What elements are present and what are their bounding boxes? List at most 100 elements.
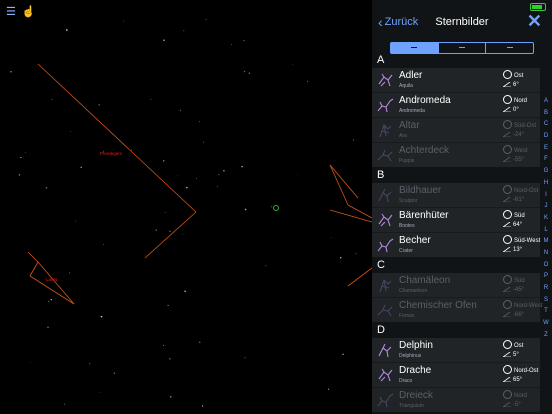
sky-view[interactable]: Pferdegem Lacet ☰ ☝ bbox=[0, 0, 372, 414]
angle-icon bbox=[503, 352, 511, 357]
star bbox=[75, 220, 77, 222]
list-item[interactable]: Chamäleon Chamaeleon Süd -45° bbox=[372, 273, 540, 298]
star bbox=[179, 109, 181, 111]
constellation-glyph-icon bbox=[378, 343, 392, 358]
direction-value: Nord-West bbox=[503, 300, 543, 309]
constellation-latin-name: Bootes bbox=[399, 223, 415, 229]
direction-label: Süd-Ost bbox=[514, 123, 537, 129]
constellation-latin-name: Delphinus bbox=[399, 353, 422, 359]
altitude-label: -24° bbox=[513, 132, 525, 138]
direction-value: Ost bbox=[503, 70, 523, 79]
list-item[interactable]: Achterdeck Puppis West -55° bbox=[372, 143, 540, 167]
close-icon[interactable]: ✕ bbox=[527, 11, 542, 32]
star bbox=[123, 20, 125, 22]
menu-icon[interactable]: ☰ bbox=[6, 6, 16, 18]
nav-bar: ‹ Zurück Sternbilder ✕ bbox=[372, 0, 552, 42]
constellation-glyph-icon bbox=[377, 238, 394, 253]
constellation-name: Chemischer Ofen bbox=[399, 300, 477, 311]
list-item[interactable]: Becher Crater Süd-West 13° bbox=[372, 233, 540, 257]
star bbox=[223, 169, 225, 172]
section-body: Bildhauer Sculptor Nord-Ost -61° Bärenhüter B… bbox=[372, 183, 540, 257]
constellation-name: Andromeda bbox=[399, 95, 451, 106]
index-letter[interactable]: B bbox=[540, 108, 552, 120]
star bbox=[182, 233, 183, 235]
index-letter[interactable]: S bbox=[540, 295, 552, 307]
constellation-glyph-icon bbox=[378, 73, 393, 87]
constellation-glyph-icon bbox=[377, 98, 394, 113]
index-letter[interactable]: K bbox=[540, 213, 552, 225]
index-letter[interactable]: Z bbox=[540, 330, 552, 342]
section-body: Chamäleon Chamaeleon Süd -45° Chemischer Ofe… bbox=[372, 273, 543, 322]
star bbox=[100, 315, 103, 318]
angle-icon bbox=[503, 132, 511, 137]
constellation-name: Bärenhüter bbox=[399, 210, 449, 221]
compass-icon bbox=[503, 145, 512, 154]
star bbox=[327, 388, 329, 390]
star bbox=[183, 30, 185, 32]
star bbox=[244, 357, 246, 359]
constellation-glyph-icon bbox=[378, 213, 393, 227]
list-item[interactable]: Drache Draco Nord-Ost 65° bbox=[372, 363, 540, 388]
direction-value: Süd bbox=[503, 275, 525, 284]
hand-icon[interactable]: ☝ bbox=[22, 6, 36, 18]
index-letter[interactable]: P bbox=[540, 271, 552, 283]
list-item[interactable]: Andromeda Andromeda Nord 0° bbox=[372, 93, 540, 118]
index-letter[interactable]: L bbox=[540, 225, 552, 237]
list-item[interactable]: Adler Aquila Ost 6° bbox=[372, 68, 540, 93]
index-letter[interactable]: O bbox=[540, 260, 552, 272]
index-letter[interactable]: G bbox=[540, 166, 552, 178]
direction-value: Nord-Ost bbox=[503, 185, 538, 194]
constellation-latin-name: Andromeda bbox=[399, 108, 425, 114]
star bbox=[169, 358, 171, 360]
index-letter[interactable]: E bbox=[540, 143, 552, 155]
angle-icon bbox=[503, 157, 511, 162]
constellation-latin-name: Ara bbox=[399, 133, 407, 139]
constellation-list[interactable]: A Adler Aquila Ost 6° Andromeda Andromeda Nord 0… bbox=[372, 52, 543, 414]
star bbox=[306, 80, 309, 82]
altitude-value: 13° bbox=[503, 247, 522, 253]
index-letter[interactable]: A bbox=[540, 96, 552, 108]
star bbox=[155, 229, 157, 231]
altitude-label: 0° bbox=[513, 107, 519, 113]
star bbox=[10, 71, 12, 73]
index-letter[interactable]: I bbox=[540, 190, 552, 202]
index-letter[interactable]: H bbox=[540, 178, 552, 190]
star bbox=[99, 392, 101, 393]
star bbox=[198, 341, 201, 344]
index-letter[interactable]: T bbox=[540, 306, 552, 318]
constellation-latin-name: Crater bbox=[399, 248, 413, 254]
index-letter[interactable]: J bbox=[540, 201, 552, 213]
constellation-name: Adler bbox=[399, 70, 423, 81]
star bbox=[64, 403, 66, 405]
altitude-label: 65° bbox=[513, 377, 523, 383]
altitude-value: -61° bbox=[503, 197, 524, 203]
index-letter[interactable]: M bbox=[540, 236, 552, 248]
sky-label-lower: Lacet bbox=[46, 277, 58, 282]
list-item[interactable]: Chemischer Ofen Fornax Nord-West -66° bbox=[372, 298, 543, 322]
index-letter[interactable]: N bbox=[540, 248, 552, 260]
compass-icon bbox=[503, 275, 512, 284]
index-letter[interactable]: R bbox=[540, 283, 552, 295]
list-item[interactable]: Bärenhüter Bootes Süd 64° bbox=[372, 208, 540, 233]
index-letter[interactable]: W bbox=[540, 318, 552, 330]
index-letter[interactable]: F bbox=[540, 154, 552, 166]
star bbox=[30, 362, 31, 363]
section-header: D bbox=[377, 324, 385, 336]
alphabet-index[interactable]: ABCDEFGHIJKLMNOPRSTWZ bbox=[540, 96, 552, 341]
list-item[interactable]: Altar Ara Süd-Ost -24° bbox=[372, 118, 540, 143]
index-letter[interactable]: C bbox=[540, 119, 552, 131]
angle-icon bbox=[503, 247, 511, 252]
constellation-latin-name: Triangulum bbox=[399, 403, 424, 409]
altitude-value: 64° bbox=[503, 222, 522, 228]
altitude-label: 64° bbox=[513, 222, 523, 228]
compass-icon bbox=[503, 95, 512, 104]
star bbox=[217, 186, 218, 187]
list-item[interactable]: Dreieck Triangulum Nord -5° bbox=[372, 388, 540, 412]
list-item[interactable]: Delphin Delphinus Ost 5° bbox=[372, 338, 540, 363]
index-letter[interactable]: D bbox=[540, 131, 552, 143]
list-item[interactable]: Bildhauer Sculptor Nord-Ost -61° bbox=[372, 183, 540, 208]
altitude-value: 6° bbox=[503, 82, 519, 88]
sky-canvas[interactable]: Pferdegem Lacet bbox=[0, 0, 372, 414]
altitude-value: -55° bbox=[503, 157, 524, 163]
target-marker bbox=[273, 205, 279, 211]
